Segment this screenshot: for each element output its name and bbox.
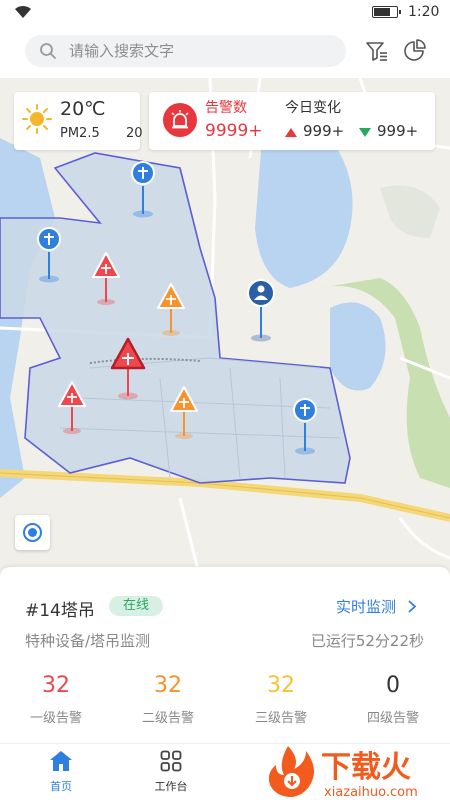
alarm-count: 9999+ [205,121,263,141]
level-3-alarm-stat[interactable]: 32 三级告警 [225,670,337,726]
level-value: 32 [154,673,182,698]
level-4-alarm-stat[interactable]: 0 四级告警 [337,670,449,726]
device-info-card: #14塔吊 在线 实时监测 特种设备/塔吊监测 已运行52分22秒 32 一级告… [0,567,450,743]
sun-icon [22,104,52,134]
device-category: 特种设备/塔吊监测 [25,632,151,650]
locate-icon[interactable] [15,515,50,550]
home-icon [50,751,72,771]
triangle-down-icon [359,128,371,137]
triangle-up-icon [285,128,297,137]
tab-workbench[interactable]: 工作台 [141,750,201,794]
map-view[interactable] [0,78,450,578]
pm-value: 20 [126,126,143,141]
chevron-right-icon[interactable] [408,600,416,613]
pie-chart-icon[interactable] [402,38,428,64]
status-badge: 在线 [109,596,164,616]
watermark-url: xiazaihuo.com [324,785,418,800]
alarm-siren-icon [163,103,197,137]
alarm-count-label: 告警数 [205,100,247,116]
pm-label: PM2.5 [60,126,100,141]
level-1-alarm-stat[interactable]: 32 一级告警 [0,670,112,726]
xiazaihuo-watermark-logo: 下载火 xiazaihuo.com [268,746,418,800]
map-canvas[interactable] [0,78,450,578]
level-label: 二级告警 [141,711,194,726]
device-title: #14塔吊 [25,601,95,621]
today-change-label: 今日变化 [285,100,341,116]
tab-label: 工作台 [154,780,188,793]
filter-icon[interactable] [364,38,390,64]
level-label: 三级告警 [254,711,307,726]
level-value: 32 [42,673,70,698]
level-value: 0 [386,673,400,698]
user-pin-icon[interactable] [247,279,275,342]
app-screen: 1:20 请输入搜索文字 20℃ PM2.5 20 告警数 9999+ 今日变化… [0,0,450,800]
search-icon [40,43,56,59]
search-bar[interactable] [25,35,346,67]
tab-home[interactable]: 首页 [31,750,91,794]
alarm-summary-card[interactable]: 告警数 9999+ 今日变化 999+ 999+ [149,92,435,150]
decrease-value: 999+ [377,122,419,140]
battery-icon [372,6,401,18]
runtime-text: 已运行52分22秒 [310,632,424,650]
weather-card: 20℃ PM2.5 20 [14,92,143,150]
status-bar: 1:20 [0,0,450,26]
search-header [0,26,450,78]
level-label: 四级告警 [366,711,419,726]
level-label: 一级告警 [29,711,82,726]
search-input[interactable] [69,35,329,67]
workbench-grid-icon [160,750,182,772]
increase-value: 999+ [303,122,345,140]
status-time: 1:20 [408,4,440,20]
wifi-icon [15,5,31,18]
tab-label: 首页 [50,780,72,793]
temperature: 20℃ [60,98,106,120]
realtime-monitor-link[interactable]: 实时监测 [336,596,396,617]
watermark-text: 下载火 [321,750,411,785]
level-value: 32 [267,673,295,698]
level-2-alarm-stat[interactable]: 32 二级告警 [112,670,224,726]
